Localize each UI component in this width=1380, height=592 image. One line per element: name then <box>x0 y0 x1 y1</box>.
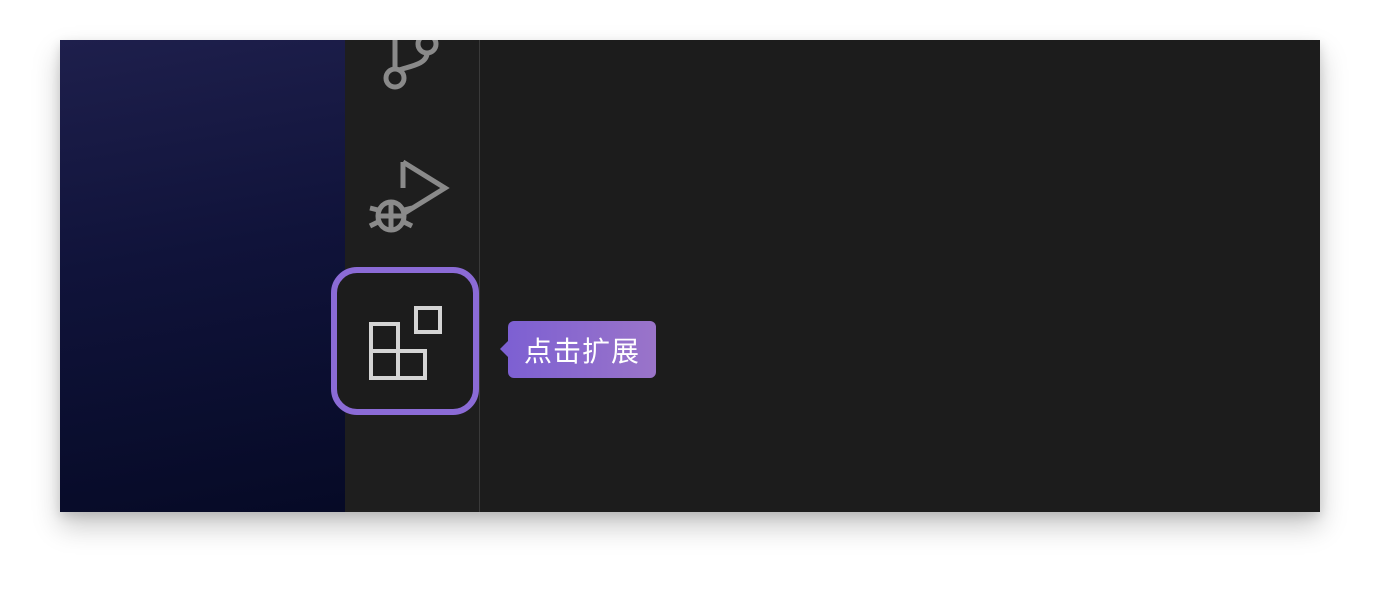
run-debug-icon[interactable] <box>365 158 451 238</box>
tooltip-arrow <box>500 341 508 357</box>
source-control-icon[interactable] <box>375 40 445 96</box>
app-window: 点击扩展 <box>60 40 1320 512</box>
extensions-icon <box>369 306 442 380</box>
tooltip-text: 点击扩展 <box>524 334 641 368</box>
extensions-button[interactable] <box>331 267 479 415</box>
editor-area <box>480 40 1320 512</box>
extensions-tooltip: 点击扩展 <box>500 321 657 378</box>
desktop-background <box>60 40 345 512</box>
